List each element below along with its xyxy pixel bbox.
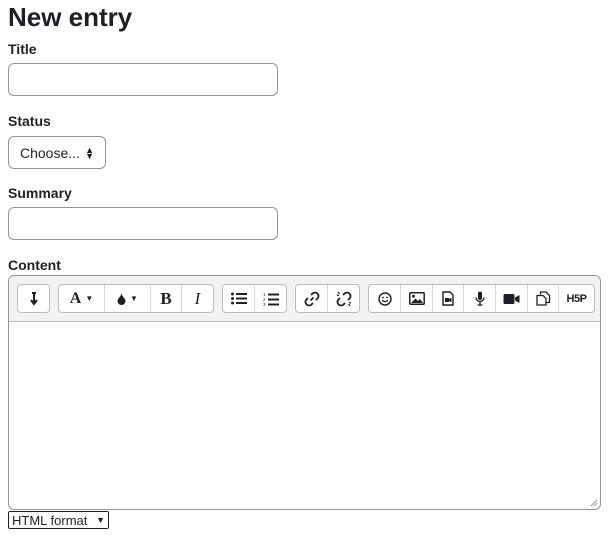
image-icon <box>408 292 425 305</box>
chevron-down-icon: ▼ <box>96 515 105 525</box>
italic-icon: I <box>194 288 201 308</box>
svg-text:3: 3 <box>263 302 266 306</box>
toolbar-group-media: H5P <box>368 284 595 313</box>
unlink-icon <box>336 291 351 306</box>
record-audio-icon <box>474 291 485 306</box>
status-select[interactable]: Choose... ▲ ▼ <box>8 136 106 169</box>
editor-content-area[interactable] <box>9 322 600 509</box>
editor-toolbar: A ▼ ▼ B I 1 2 3 H5P <box>9 276 600 322</box>
toolbar-group-lists: 1 2 3 <box>222 284 287 313</box>
h5p-icon: H5P <box>566 292 587 305</box>
bold-icon: B <box>160 288 172 308</box>
caret-down-icon: ▼ <box>85 294 94 303</box>
media-icon <box>442 291 454 306</box>
content-label: Content <box>8 257 61 273</box>
content-editor: A ▼ ▼ B I 1 2 3 H5P <box>8 275 601 510</box>
resize-grip-icon[interactable] <box>590 499 598 507</box>
page-title: New entry <box>8 2 133 32</box>
summary-label: Summary <box>8 185 72 201</box>
italic-button[interactable]: I <box>182 285 213 312</box>
title-input[interactable] <box>8 63 278 96</box>
title-label: Title <box>8 41 37 57</box>
unordered-list-button[interactable] <box>223 285 255 312</box>
unordered-list-icon <box>230 292 247 305</box>
unlink-button[interactable] <box>328 285 359 312</box>
status-label: Status <box>8 113 51 129</box>
status-select-value: Choose... <box>20 144 80 161</box>
emoji-icon <box>377 291 392 306</box>
ordered-list-icon: 1 2 3 <box>263 292 279 306</box>
paragraph-icon <box>29 291 38 306</box>
bold-button[interactable]: B <box>151 285 182 312</box>
color-button[interactable]: ▼ <box>105 285 151 312</box>
link-icon <box>304 291 319 306</box>
image-button[interactable] <box>401 285 433 312</box>
select-arrows-icon: ▲ ▼ <box>85 144 94 161</box>
content-format-select[interactable]: HTML format ▼ <box>8 511 109 529</box>
color-icon <box>117 292 126 305</box>
manage-files-icon <box>535 291 550 306</box>
paragraph-button[interactable] <box>18 285 49 312</box>
emoji-button[interactable] <box>369 285 401 312</box>
ordered-list-button[interactable]: 1 2 3 <box>255 285 286 312</box>
font-button[interactable]: A ▼ <box>59 285 105 312</box>
link-button[interactable] <box>296 285 328 312</box>
record-video-icon <box>503 293 520 304</box>
toolbar-group-links <box>295 284 360 313</box>
manage-files-button[interactable] <box>528 285 559 312</box>
toolbar-group-paragraph <box>17 284 50 313</box>
record-audio-button[interactable] <box>464 285 496 312</box>
summary-input[interactable] <box>8 207 278 240</box>
media-button[interactable] <box>433 285 464 312</box>
h5p-button[interactable]: H5P <box>559 285 594 312</box>
caret-down-icon: ▼ <box>130 294 138 303</box>
content-format-value: HTML format <box>12 512 88 528</box>
font-icon: A <box>69 289 82 307</box>
record-video-button[interactable] <box>496 285 528 312</box>
toolbar-group-style: A ▼ ▼ B I <box>58 284 214 313</box>
